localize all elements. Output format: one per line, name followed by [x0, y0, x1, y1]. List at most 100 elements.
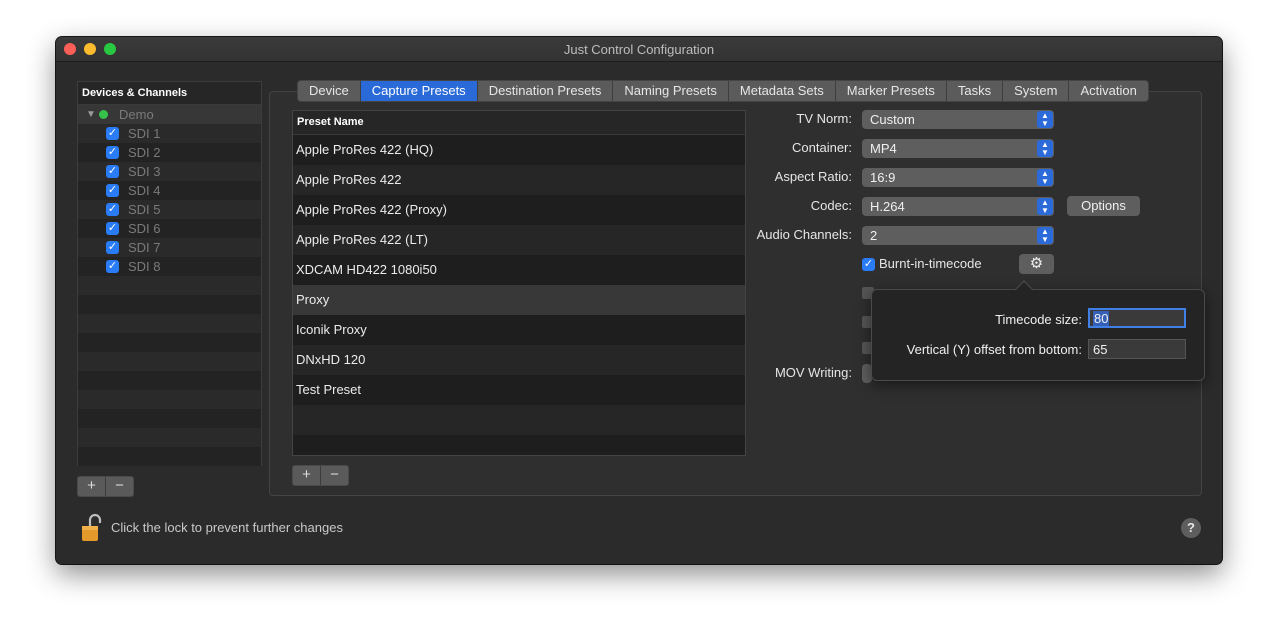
channel-row[interactable]: ✓ SDI 5: [78, 200, 261, 219]
select-arrows-icon: ▲ ▼: [1037, 111, 1053, 128]
tab-capture-presets[interactable]: Capture Presets: [360, 81, 478, 101]
channel-label: SDI 4: [128, 183, 161, 198]
audio-channels-select[interactable]: 2 ▲ ▼: [862, 226, 1054, 245]
channel-checkbox[interactable]: ✓: [106, 241, 119, 254]
empty-row: [78, 447, 261, 466]
lock-status-text: Click the lock to prevent further change…: [111, 520, 343, 535]
tab-device[interactable]: Device: [298, 81, 361, 101]
preset-row[interactable]: Proxy: [293, 285, 745, 315]
device-row-demo[interactable]: ▼ Demo: [78, 105, 261, 124]
channel-label: SDI 1: [128, 126, 161, 141]
preset-table: Preset Name Apple ProRes 422 (HQ) Apple P…: [292, 110, 746, 456]
timecode-size-value: 80: [1093, 311, 1110, 326]
sidebar-add-remove: + −: [77, 476, 134, 497]
remove-preset-button[interactable]: −: [321, 466, 348, 485]
preset-row[interactable]: Apple ProRes 422 (HQ): [293, 135, 745, 165]
preset-row[interactable]: XDCAM HD422 1080i50: [293, 255, 745, 285]
devices-channels-list: Devices & Channels ▼ Demo ✓ SDI 1 ✓ SDI 2 ✓ SDI…: [77, 81, 262, 466]
mov-writing-label: MOV Writing:: [774, 365, 852, 380]
aspect-ratio-label: Aspect Ratio:: [774, 169, 852, 184]
container-label: Container:: [792, 140, 852, 155]
empty-row: [78, 276, 261, 295]
timecode-settings-popover: Timecode size: 80 Vertical (Y) offset fr…: [871, 289, 1205, 381]
empty-row: [293, 405, 745, 435]
channel-checkbox[interactable]: ✓: [106, 222, 119, 235]
aspect-ratio-value: 16:9: [870, 170, 896, 185]
codec-label: Codec:: [810, 198, 852, 213]
channel-row[interactable]: ✓ SDI 7: [78, 238, 261, 257]
remove-device-button[interactable]: −: [106, 477, 133, 496]
codec-options-button[interactable]: Options: [1067, 196, 1140, 216]
codec-value: H.264: [870, 199, 905, 214]
preset-row[interactable]: Apple ProRes 422 (Proxy): [293, 195, 745, 225]
channel-label: SDI 3: [128, 164, 161, 179]
channel-label: SDI 5: [128, 202, 161, 217]
preset-row[interactable]: Apple ProRes 422: [293, 165, 745, 195]
title-bar: Just Control Configuration: [56, 37, 1222, 62]
main-window: Just Control Configuration Devices & Cha…: [56, 37, 1222, 564]
empty-row: [78, 409, 261, 428]
tab-tasks[interactable]: Tasks: [947, 81, 1004, 101]
tv-norm-label: TV Norm:: [796, 111, 852, 126]
select-arrows-icon: ▲ ▼: [1037, 198, 1053, 215]
empty-row: [78, 314, 261, 333]
add-device-button[interactable]: +: [78, 477, 106, 496]
channel-row[interactable]: ✓ SDI 2: [78, 143, 261, 162]
preset-row[interactable]: DNxHD 120: [293, 345, 745, 375]
codec-select[interactable]: H.264 ▲ ▼: [862, 197, 1054, 216]
disclosure-triangle-icon[interactable]: ▼: [86, 109, 96, 120]
tab-metadata-sets[interactable]: Metadata Sets: [729, 81, 836, 101]
preset-row[interactable]: Iconik Proxy: [293, 315, 745, 345]
channel-row[interactable]: ✓ SDI 3: [78, 162, 261, 181]
channel-checkbox[interactable]: ✓: [106, 260, 119, 273]
audio-channels-label: Audio Channels:: [756, 227, 852, 242]
empty-row: [293, 435, 745, 455]
channel-checkbox[interactable]: ✓: [106, 184, 119, 197]
devices-channels-header: Devices & Channels: [78, 82, 261, 105]
channel-checkbox[interactable]: ✓: [106, 127, 119, 140]
tab-naming-presets[interactable]: Naming Presets: [613, 81, 729, 101]
channel-label: SDI 2: [128, 145, 161, 160]
channel-row[interactable]: ✓ SDI 6: [78, 219, 261, 238]
select-arrows-icon: ▲ ▼: [1037, 227, 1053, 244]
tab-system[interactable]: System: [1003, 81, 1070, 101]
channel-row[interactable]: ✓ SDI 4: [78, 181, 261, 200]
empty-row: [78, 352, 261, 371]
empty-row: [78, 371, 261, 390]
channel-label: SDI 7: [128, 240, 161, 255]
channel-label: SDI 6: [128, 221, 161, 236]
tab-activation[interactable]: Activation: [1069, 81, 1147, 101]
burnt-in-timecode-checkbox[interactable]: ✓: [862, 258, 875, 271]
channel-checkbox[interactable]: ✓: [106, 146, 119, 159]
unlocked-lock-icon[interactable]: [81, 513, 103, 543]
tab-marker-presets[interactable]: Marker Presets: [836, 81, 947, 101]
empty-row: [78, 390, 261, 409]
select-arrows-icon: ▲ ▼: [1037, 140, 1053, 157]
add-preset-button[interactable]: +: [293, 466, 321, 485]
preset-row[interactable]: Apple ProRes 422 (LT): [293, 225, 745, 255]
empty-row: [78, 295, 261, 314]
timecode-settings-button[interactable]: ⚙: [1019, 254, 1054, 274]
tv-norm-select[interactable]: Custom ▲ ▼: [862, 110, 1054, 129]
preset-row[interactable]: Test Preset: [293, 375, 745, 405]
audio-channels-value: 2: [870, 228, 878, 243]
timecode-size-label: Timecode size:: [995, 312, 1082, 327]
popover-pointer-fill: [1015, 282, 1033, 291]
preset-name-column-header[interactable]: Preset Name: [293, 111, 745, 135]
channel-checkbox[interactable]: ✓: [106, 165, 119, 178]
gear-icon: ⚙: [1029, 255, 1044, 272]
aspect-ratio-select[interactable]: 16:9 ▲ ▼: [862, 168, 1054, 187]
device-name: Demo: [119, 107, 154, 122]
burnt-in-timecode-label[interactable]: Burnt-in-timecode: [879, 256, 982, 271]
container-select[interactable]: MP4 ▲ ▼: [862, 139, 1054, 158]
timecode-size-input[interactable]: 80: [1088, 308, 1186, 328]
select-arrows-icon: ▲ ▼: [1037, 169, 1053, 186]
channel-row[interactable]: ✓ SDI 8: [78, 257, 261, 276]
channel-row[interactable]: ✓ SDI 1: [78, 124, 261, 143]
channel-checkbox[interactable]: ✓: [106, 203, 119, 216]
tab-destination-presets[interactable]: Destination Presets: [478, 81, 614, 101]
help-button[interactable]: ?: [1181, 518, 1201, 538]
status-dot-icon: [99, 110, 108, 119]
preset-add-remove: + −: [292, 465, 349, 486]
vertical-offset-input[interactable]: 65: [1088, 339, 1186, 359]
